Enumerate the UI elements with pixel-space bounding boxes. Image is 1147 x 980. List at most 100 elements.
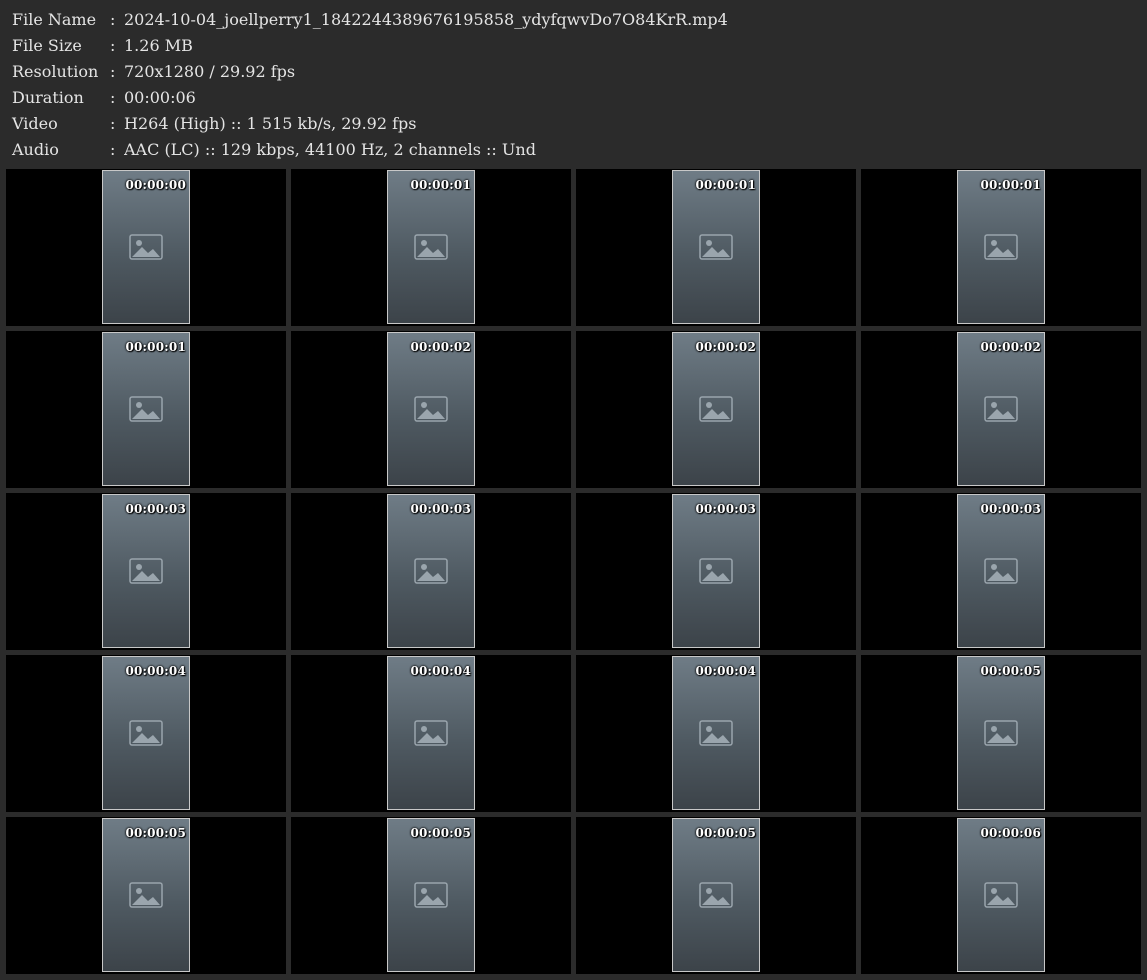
info-value: AAC (LC) :: 129 kbps, 44100 Hz, 2 channe… — [124, 140, 536, 159]
timestamp-label: 00:00:00 — [125, 178, 186, 192]
info-label: Audio — [12, 140, 59, 159]
info-label: Video — [12, 114, 58, 133]
info-separator: : — [110, 88, 116, 107]
thumbnail-cell[interactable]: 00:00:05 — [6, 817, 286, 974]
video-frame: 00:00:01 — [957, 170, 1045, 324]
info-separator: : — [110, 140, 116, 159]
timestamp-label: 00:00:04 — [125, 664, 186, 678]
thumbnail-cell[interactable]: 00:00:05 — [861, 655, 1141, 812]
info-row-video: Video : H264 (High) :: 1 515 kb/s, 29.92… — [12, 111, 1132, 137]
thumbnail-cell[interactable]: 00:00:01 — [291, 169, 571, 326]
thumbnail-cell[interactable]: 00:00:00 — [6, 169, 286, 326]
thumbnail-cell[interactable]: 00:00:01 — [861, 169, 1141, 326]
info-separator: : — [110, 36, 116, 55]
timestamp-label: 00:00:02 — [695, 340, 756, 354]
image-placeholder-icon — [699, 234, 733, 260]
video-frame: 00:00:01 — [387, 170, 475, 324]
video-frame: 00:00:04 — [102, 656, 190, 810]
video-frame: 00:00:01 — [672, 170, 760, 324]
image-placeholder-icon — [414, 720, 448, 746]
info-value: 00:00:06 — [124, 88, 196, 107]
thumbnail-cell[interactable]: 00:00:02 — [576, 331, 856, 488]
video-frame: 00:00:03 — [102, 494, 190, 648]
image-placeholder-icon — [984, 234, 1018, 260]
info-separator: : — [110, 114, 116, 133]
video-frame: 00:00:05 — [672, 818, 760, 972]
image-placeholder-icon — [129, 882, 163, 908]
info-value: 1.26 MB — [124, 36, 193, 55]
image-placeholder-icon — [414, 396, 448, 422]
info-row-file-size: File Size : 1.26 MB — [12, 33, 1132, 59]
timestamp-label: 00:00:03 — [125, 502, 186, 516]
image-placeholder-icon — [699, 882, 733, 908]
thumbnail-cell[interactable]: 00:00:03 — [861, 493, 1141, 650]
video-frame: 00:00:00 — [102, 170, 190, 324]
thumbnail-cell[interactable]: 00:00:05 — [291, 817, 571, 974]
info-row-resolution: Resolution : 720x1280 / 29.92 fps — [12, 59, 1132, 85]
thumbnail-cell[interactable]: 00:00:03 — [576, 493, 856, 650]
info-value: H264 (High) :: 1 515 kb/s, 29.92 fps — [124, 114, 417, 133]
thumbnail-cell[interactable]: 00:00:01 — [6, 331, 286, 488]
video-frame: 00:00:05 — [957, 656, 1045, 810]
image-placeholder-icon — [984, 558, 1018, 584]
video-frame: 00:00:03 — [957, 494, 1045, 648]
info-value: 2024-10-04_joellperry1_18422443896761958… — [124, 10, 728, 29]
thumbnail-cell[interactable]: 00:00:03 — [6, 493, 286, 650]
timestamp-label: 00:00:03 — [980, 502, 1041, 516]
timestamp-label: 00:00:05 — [695, 826, 756, 840]
timestamp-label: 00:00:05 — [410, 826, 471, 840]
timestamp-label: 00:00:04 — [695, 664, 756, 678]
image-placeholder-icon — [129, 396, 163, 422]
timestamp-label: 00:00:06 — [980, 826, 1041, 840]
image-placeholder-icon — [414, 234, 448, 260]
contact-sheet: File Name : 2024-10-04_joellperry1_18422… — [0, 0, 1147, 980]
video-frame: 00:00:05 — [102, 818, 190, 972]
thumbnail-cell[interactable]: 00:00:05 — [576, 817, 856, 974]
timestamp-label: 00:00:01 — [695, 178, 756, 192]
video-frame: 00:00:01 — [102, 332, 190, 486]
image-placeholder-icon — [129, 234, 163, 260]
info-label: File Name — [12, 10, 97, 29]
image-placeholder-icon — [699, 558, 733, 584]
image-placeholder-icon — [699, 720, 733, 746]
image-placeholder-icon — [414, 882, 448, 908]
thumbnail-cell[interactable]: 00:00:02 — [291, 331, 571, 488]
thumbnail-cell[interactable]: 00:00:01 — [576, 169, 856, 326]
image-placeholder-icon — [129, 720, 163, 746]
video-frame: 00:00:02 — [957, 332, 1045, 486]
file-info: File Name : 2024-10-04_joellperry1_18422… — [12, 7, 1132, 163]
thumbnail-cell[interactable]: 00:00:03 — [291, 493, 571, 650]
info-label: Duration — [12, 88, 84, 107]
timestamp-label: 00:00:05 — [980, 664, 1041, 678]
info-label: Resolution — [12, 62, 99, 81]
video-frame: 00:00:05 — [387, 818, 475, 972]
timestamp-label: 00:00:01 — [410, 178, 471, 192]
timestamp-label: 00:00:04 — [410, 664, 471, 678]
thumbnail-cell[interactable]: 00:00:06 — [861, 817, 1141, 974]
video-frame: 00:00:04 — [387, 656, 475, 810]
thumbnail-cell[interactable]: 00:00:02 — [861, 331, 1141, 488]
timestamp-label: 00:00:02 — [410, 340, 471, 354]
timestamp-label: 00:00:03 — [410, 502, 471, 516]
info-value: 720x1280 / 29.92 fps — [124, 62, 296, 81]
timestamp-label: 00:00:01 — [980, 178, 1041, 192]
thumbnail-cell[interactable]: 00:00:04 — [291, 655, 571, 812]
timestamp-label: 00:00:02 — [980, 340, 1041, 354]
info-row-file-name: File Name : 2024-10-04_joellperry1_18422… — [12, 7, 1132, 33]
image-placeholder-icon — [984, 882, 1018, 908]
thumbnail-cell[interactable]: 00:00:04 — [6, 655, 286, 812]
video-frame: 00:00:03 — [387, 494, 475, 648]
thumbnail-cell[interactable]: 00:00:04 — [576, 655, 856, 812]
info-label: File Size — [12, 36, 82, 55]
image-placeholder-icon — [414, 558, 448, 584]
thumbnail-grid: 00:00:00 00:00:01 00:00:01 00:00:01 00:00:01… — [6, 169, 1141, 975]
video-frame: 00:00:06 — [957, 818, 1045, 972]
timestamp-label: 00:00:01 — [125, 340, 186, 354]
image-placeholder-icon — [699, 396, 733, 422]
info-separator: : — [110, 62, 116, 81]
video-frame: 00:00:02 — [387, 332, 475, 486]
info-row-audio: Audio : AAC (LC) :: 129 kbps, 44100 Hz, … — [12, 137, 1132, 163]
timestamp-label: 00:00:03 — [695, 502, 756, 516]
info-separator: : — [110, 10, 116, 29]
video-frame: 00:00:04 — [672, 656, 760, 810]
